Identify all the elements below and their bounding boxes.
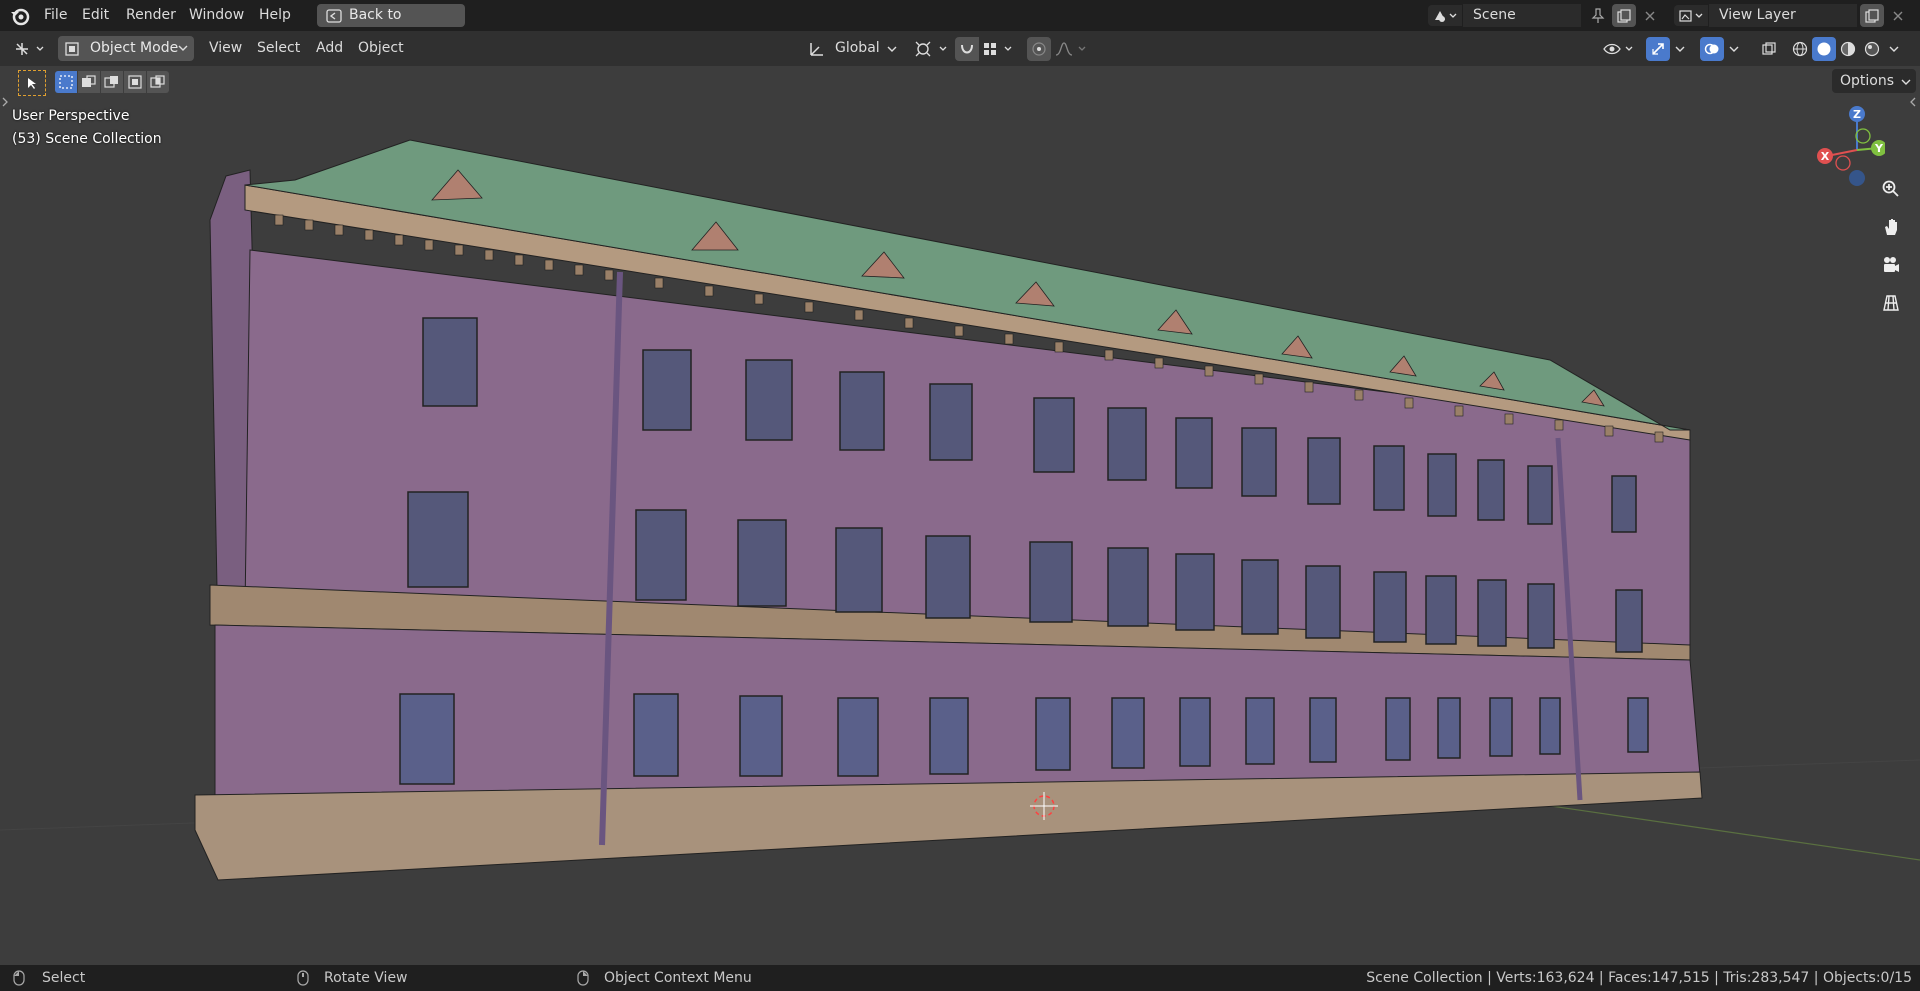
pivot-point-icon[interactable]	[913, 38, 951, 60]
status-bar: Select Rotate View Object Context Menu S…	[0, 965, 1920, 991]
object-mode-icon	[63, 40, 81, 57]
options-chevron-icon	[1900, 77, 1912, 87]
pan-hand-icon[interactable]	[1876, 212, 1906, 242]
status-rotate-label: Rotate View	[324, 970, 408, 986]
back-screen-icon	[325, 7, 343, 24]
header-menu-view[interactable]: View	[209, 31, 242, 66]
header-menu-add[interactable]: Add	[316, 31, 343, 66]
object-mode-dropdown[interactable]: Object Mode	[58, 36, 194, 61]
options-label: Options	[1840, 73, 1895, 89]
gizmo-z-label: Z	[1853, 108, 1861, 121]
select-mode-extend-icon[interactable]	[78, 71, 100, 93]
scene-browse-icon[interactable]	[1428, 5, 1462, 26]
select-mode-set-icon[interactable]	[55, 71, 77, 93]
chevron-down-icon	[176, 42, 190, 54]
snap-target-icon[interactable]	[980, 37, 1018, 61]
proportional-editing-icon[interactable]	[1027, 37, 1051, 61]
sidebar-toggle-icon[interactable]	[1908, 96, 1918, 108]
view-layer-browse-icon[interactable]	[1674, 5, 1708, 26]
viewport-header: Object Mode View Select Add Object Globa…	[0, 31, 1920, 66]
editor-type-icon[interactable]	[10, 37, 50, 60]
active-tool-select-icon[interactable]	[18, 70, 46, 96]
orthographic-grid-icon[interactable]	[1876, 288, 1906, 318]
menu-window[interactable]: Window	[189, 0, 244, 31]
orientation-label[interactable]: Global	[835, 31, 880, 66]
building-model	[0, 139, 1920, 881]
transform-orientation-icon[interactable]	[806, 38, 828, 60]
scene-name-value: Scene	[1473, 7, 1516, 23]
gizmo-x-label: X	[1820, 150, 1830, 163]
header-menu-object[interactable]: Object	[358, 31, 404, 66]
rendered-shading-icon[interactable]	[1860, 37, 1884, 61]
menu-help[interactable]: Help	[259, 0, 291, 31]
object-mode-label: Object Mode	[90, 40, 179, 56]
status-select-label: Select	[42, 970, 86, 986]
scene-name-field[interactable]: Scene	[1463, 4, 1581, 27]
menu-edit[interactable]: Edit	[82, 0, 109, 31]
material-shading-icon[interactable]	[1836, 37, 1860, 61]
pin-scene-icon[interactable]	[1588, 5, 1608, 26]
3d-viewport[interactable]: User Perspective (53) Scene Collection Z…	[0, 96, 1920, 965]
overlays-chevron-icon[interactable]	[1726, 43, 1742, 55]
back-to-previous-button[interactable]: Back to Previous	[317, 4, 465, 46]
new-scene-icon[interactable]	[1612, 4, 1636, 27]
orientation-chevron-icon[interactable]	[886, 43, 898, 55]
status-context-label: Object Context Menu	[604, 970, 752, 986]
mouse-left-icon	[10, 969, 28, 987]
gizmo-y-label: Y	[1875, 142, 1883, 155]
select-mode-subtract-icon[interactable]	[101, 71, 123, 93]
solid-shading-icon[interactable]	[1812, 37, 1836, 61]
select-mode-invert-icon[interactable]	[124, 71, 146, 93]
select-mode-intersect-icon[interactable]	[147, 71, 169, 93]
wireframe-shading-icon[interactable]	[1788, 37, 1812, 61]
xray-toggle-icon[interactable]	[1757, 37, 1781, 61]
snap-toggle-icon[interactable]	[955, 37, 979, 61]
mouse-middle-icon	[294, 969, 312, 987]
toolbar-toggle-icon[interactable]	[0, 96, 10, 108]
shading-chevron-icon[interactable]	[1886, 43, 1902, 55]
proportional-falloff-icon[interactable]	[1053, 37, 1091, 61]
options-dropdown[interactable]: Options	[1832, 69, 1916, 93]
view-layer-name-value: View Layer	[1719, 7, 1796, 23]
blender-logo-icon[interactable]	[8, 5, 32, 27]
navigation-gizmo[interactable]	[1805, 106, 1885, 186]
camera-view-icon[interactable]	[1876, 250, 1906, 280]
top-menu-bar: File Edit Render Window Help Back to Pre…	[0, 0, 1920, 46]
tool-settings-row: Options	[0, 66, 1920, 96]
new-view-layer-icon[interactable]	[1860, 4, 1884, 27]
viewport-collection-label: (53) Scene Collection	[12, 131, 162, 147]
scene-statistics: Scene Collection | Verts:163,624 | Faces…	[1366, 970, 1912, 986]
menu-file[interactable]: File	[44, 0, 67, 31]
delete-scene-icon[interactable]	[1638, 4, 1662, 27]
visibility-eye-icon[interactable]	[1600, 37, 1640, 61]
mouse-right-icon	[574, 969, 592, 987]
view-layer-name-field[interactable]: View Layer	[1709, 4, 1857, 27]
delete-view-layer-icon[interactable]	[1886, 4, 1910, 27]
menu-render[interactable]: Render	[126, 0, 176, 31]
overlays-toggle-icon[interactable]	[1700, 37, 1724, 61]
header-menu-select[interactable]: Select	[257, 31, 300, 66]
gizmo-chevron-icon[interactable]	[1672, 43, 1688, 55]
viewport-perspective-label: User Perspective	[12, 108, 130, 124]
zoom-magnifier-icon[interactable]	[1876, 174, 1906, 204]
gizmo-toggle-icon[interactable]	[1646, 37, 1670, 61]
